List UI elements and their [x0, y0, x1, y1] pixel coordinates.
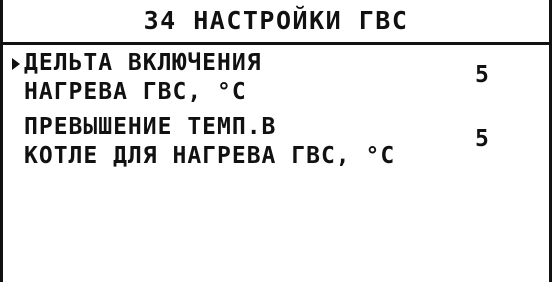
menu-item-label: ДЕЛЬТА ВКЛЮЧЕНИЯ НАГРЕВА ГВС, °C — [24, 49, 464, 107]
title-bar: 34 НАСТРОЙКИ ГВС — [3, 0, 549, 43]
lcd-screen: 34 НАСТРОЙКИ ГВС ДЕЛЬТА ВКЛЮЧЕНИЯ НАГРЕВ… — [0, 0, 552, 282]
menu-item-label-line1: ПРЕВЫШЕНИЕ ТЕМП.В — [24, 114, 277, 140]
menu-item-value[interactable]: 5 — [475, 125, 489, 154]
title-divider — [0, 42, 552, 45]
menu-item-dhw-on-delta[interactable]: ДЕЛЬТА ВКЛЮЧЕНИЯ НАГРЕВА ГВС, °C 5 — [3, 47, 549, 111]
menu-item-label-line2: НАГРЕВА ГВС, °C — [24, 79, 247, 105]
page-title: 34 НАСТРОЙКИ ГВС — [143, 5, 409, 35]
menu-item-label: ПРЕВЫШЕНИЕ ТЕМП.В КОТЛЕ ДЛЯ НАГРЕВА ГВС,… — [24, 113, 464, 171]
settings-menu: ДЕЛЬТА ВКЛЮЧЕНИЯ НАГРЕВА ГВС, °C 5 ПРЕВЫ… — [3, 47, 549, 175]
menu-item-label-line1: ДЕЛЬТА ВКЛЮЧЕНИЯ — [24, 50, 262, 76]
menu-item-value[interactable]: 5 — [475, 61, 489, 90]
menu-item-boiler-overheat[interactable]: ПРЕВЫШЕНИЕ ТЕМП.В КОТЛЕ ДЛЯ НАГРЕВА ГВС,… — [3, 111, 549, 175]
menu-item-label-line2: КОТЛЕ ДЛЯ НАГРЕВА ГВС, °C — [24, 143, 396, 169]
triangle-right-icon — [12, 58, 20, 70]
